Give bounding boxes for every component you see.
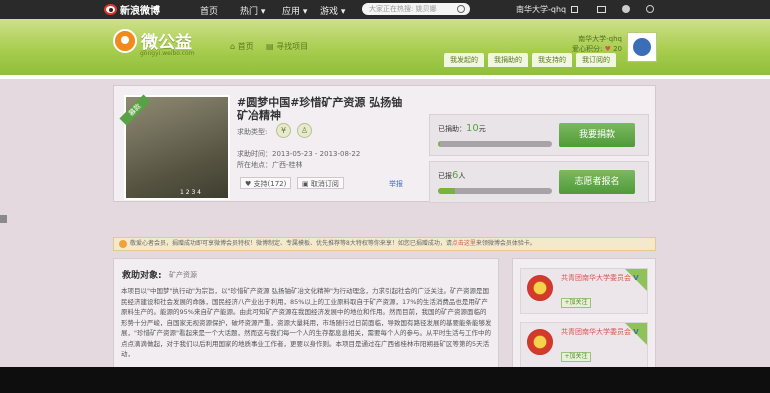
donation-box: 已捐助：10元 我要捐款 xyxy=(429,114,649,156)
time-label: 求助时间： xyxy=(237,150,272,158)
top-bar: 新浪微博 首页 热门 ▾ 应用 ▾ 游戏 ▾ 大家正在热搜: 姚贝娜 南华大学-… xyxy=(0,0,770,19)
donation-status: 已捐助：10元 xyxy=(438,123,486,134)
donation-unit: 元 xyxy=(478,125,486,133)
weibo-logo-text: 新浪微博 xyxy=(120,6,160,17)
support-button[interactable]: ♥ 支持(172) xyxy=(240,177,292,189)
points-label: 爱心积分: xyxy=(571,45,603,53)
time-value: 2013-05-23 - 2013-08-22 xyxy=(272,150,361,158)
objective-subtitle: 矿产资源 xyxy=(169,271,197,279)
bottom-black-band xyxy=(0,367,770,393)
nav-hot[interactable]: 热门 ▾ xyxy=(240,4,265,17)
notice-link[interactable]: 点击这里 xyxy=(452,240,476,247)
notice-tail: 来领微博会员体验卡。 xyxy=(475,240,536,247)
unsubscribe-button[interactable]: ▣ 取消订阅 xyxy=(297,177,344,189)
edge-artifact xyxy=(0,215,7,223)
banner-user-name[interactable]: 南华大学-qhq xyxy=(566,34,622,44)
project-ribbon: 募款 xyxy=(119,94,151,126)
donation-progress-fill xyxy=(438,141,441,147)
volunteer-status: 已报6人 xyxy=(438,170,465,181)
location-value: 广西-桂林 xyxy=(272,161,303,169)
gear-icon[interactable] xyxy=(622,5,630,13)
gongyi-nav-home[interactable]: ⌂ 首页 xyxy=(230,41,254,52)
search-icon[interactable] xyxy=(457,5,465,13)
help-icon[interactable] xyxy=(646,5,654,13)
weibo-logo[interactable]: 新浪微博 xyxy=(104,2,160,17)
support-button-label: 支持(172) xyxy=(253,180,287,188)
gongyi-nav-find[interactable]: ▤ 寻找项目 xyxy=(266,41,308,52)
user-info: 南华大学-qhq 爱心积分: ♥ 20 xyxy=(566,34,622,54)
org-name[interactable]: 共青团南华大学委员会 V xyxy=(561,328,643,337)
money-icon: ¥ xyxy=(276,123,291,138)
org-card[interactable]: 共青团南华大学委员会 V +加关注 xyxy=(520,322,648,368)
notice-text: 敬爱心者会员，捐赠成功即可享微博会员特权！微博制定、专属模板、优先推荐等8大特权… xyxy=(130,240,452,247)
org-name-text: 共青团南华大学委员会 xyxy=(561,328,631,336)
org-card[interactable]: 共青团南华大学委员会 V +加关注 xyxy=(520,268,648,314)
nav-games[interactable]: 游戏 ▾ xyxy=(320,4,345,17)
donation-amount: 10 xyxy=(466,123,479,134)
tab-supported[interactable]: 我支持的 xyxy=(532,53,572,67)
volunteer-progress-fill xyxy=(438,188,456,194)
gongyi-logo-icon xyxy=(113,28,137,53)
divider xyxy=(0,75,770,79)
edit-icon[interactable] xyxy=(571,6,578,13)
objective-heading: 救助对象: xyxy=(122,271,162,281)
verified-icon: V xyxy=(633,274,639,282)
member-notice: 敬爱心者会员，捐赠成功即可享微博会员特权！微博制定、专属模板、优先推荐等8大特权… xyxy=(113,237,656,251)
volunteer-progress xyxy=(438,188,552,194)
follow-button[interactable]: +加关注 xyxy=(561,298,591,308)
location-row: 所在地点：广西-桂林 xyxy=(237,160,303,170)
follow-button[interactable]: +加关注 xyxy=(561,352,591,362)
org-emblem-icon xyxy=(527,275,553,301)
volunteer-signup-button[interactable]: 志愿者报名 xyxy=(559,170,635,194)
nav-home[interactable]: 首页 xyxy=(200,4,218,17)
gongyi-nav-home-label: 首页 xyxy=(237,42,254,51)
volunteer-box: 已报6人 志愿者报名 xyxy=(429,161,649,203)
tab-donated[interactable]: 我捐助的 xyxy=(488,53,528,67)
objective-body: 本项目以"中国梦"执行动"为宗旨，以"珍惜矿产资源 弘扬铀矿冶文化精神"为行动理… xyxy=(121,287,492,358)
message-icon[interactable] xyxy=(597,6,606,13)
project-image[interactable]: 募款 1 2 3 4 xyxy=(119,94,230,200)
verified-icon: V xyxy=(633,328,639,336)
points-value: 20 xyxy=(613,45,622,53)
location-label: 所在地点： xyxy=(237,161,272,169)
top-user-name[interactable]: 南华大学-qhq xyxy=(516,4,566,15)
donate-button[interactable]: 我要捐款 xyxy=(559,123,635,147)
search-input[interactable]: 大家正在热搜: 姚贝娜 xyxy=(362,3,470,15)
org-emblem-icon xyxy=(527,329,553,355)
weibo-eye-icon xyxy=(104,4,117,15)
notice-icon xyxy=(119,240,127,248)
nav-apps[interactable]: 应用 ▾ xyxy=(282,4,307,17)
volunteer-unit: 人 xyxy=(458,172,466,180)
donation-progress xyxy=(438,141,552,147)
brand-subtitle: gongyi.weibo.com xyxy=(140,50,195,57)
tab-initiated[interactable]: 我发起的 xyxy=(444,53,484,67)
heart-icon: ♥ xyxy=(604,45,611,53)
donation-label: 已捐助： xyxy=(438,125,466,133)
time-row: 求助时间：2013-05-23 - 2013-08-22 xyxy=(237,149,360,159)
search-placeholder: 大家正在热搜: 姚贝娜 xyxy=(369,5,437,13)
my-tabs: 我发起的 我捐助的 我支持的 我订阅的 xyxy=(444,53,616,67)
image-pager[interactable]: 1 2 3 4 xyxy=(180,189,201,196)
volunteer-label: 已报 xyxy=(438,172,452,180)
tab-subscribed[interactable]: 我订阅的 xyxy=(576,53,616,67)
org-name-text: 共青团南华大学委员会 xyxy=(561,274,631,282)
project-title: #圆梦中国#珍惜矿产资源 弘扬铀矿冶精神 xyxy=(237,96,403,122)
report-link[interactable]: 举报 xyxy=(389,179,403,189)
unsubscribe-button-label: 取消订阅 xyxy=(310,180,339,188)
people-icon: ♙ xyxy=(297,123,312,138)
org-name[interactable]: 共青团南华大学委员会 V xyxy=(561,274,643,283)
gongyi-nav-find-label: 寻找项目 xyxy=(276,42,309,51)
avatar-emblem-icon xyxy=(633,38,651,56)
type-label: 求助类型: xyxy=(237,128,268,136)
avatar[interactable] xyxy=(627,32,657,62)
